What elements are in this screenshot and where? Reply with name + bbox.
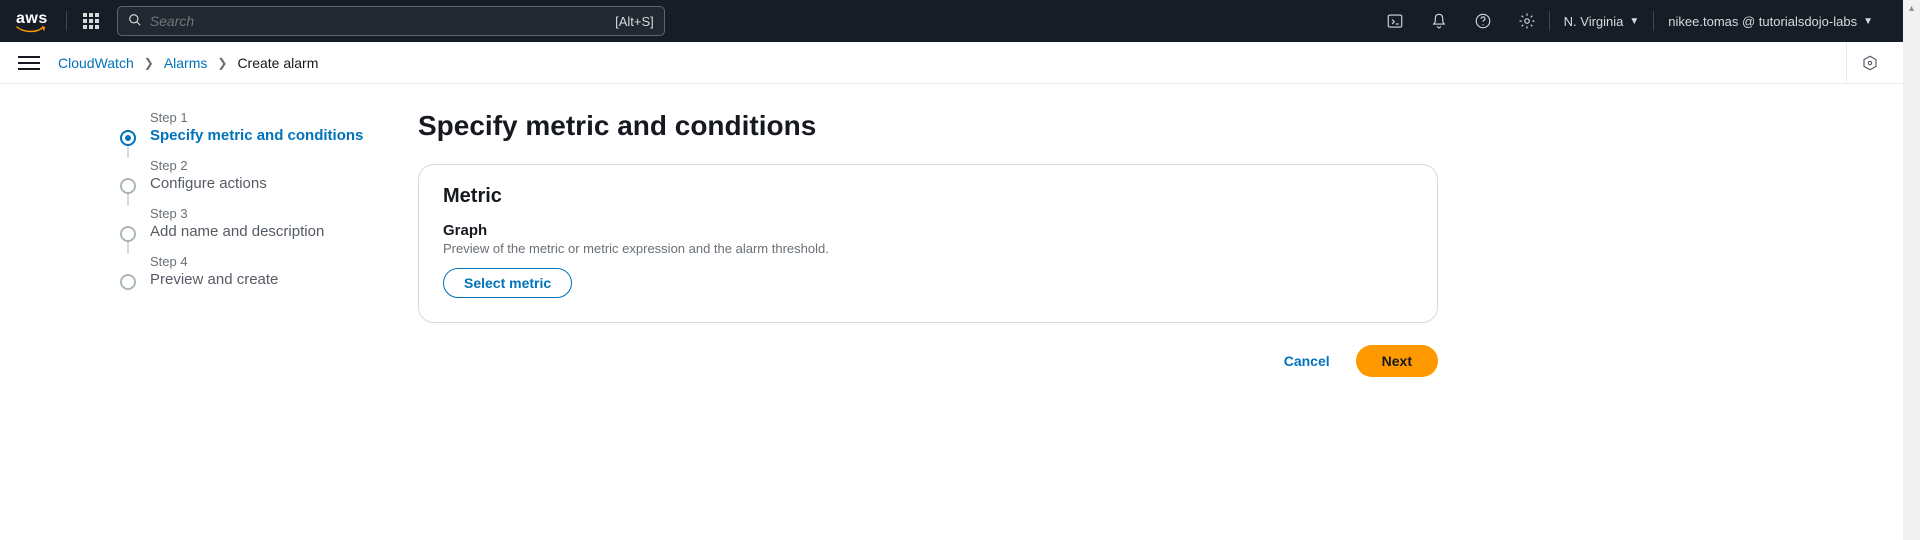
search-icon xyxy=(128,13,142,30)
cloudshell-icon[interactable] xyxy=(1373,0,1417,42)
step-title: Specify metric and conditions xyxy=(150,127,412,144)
divider xyxy=(66,11,67,31)
scroll-up-icon[interactable]: ▴ xyxy=(1903,0,1920,17)
settings-icon[interactable] xyxy=(1505,0,1549,42)
wizard-layout: Step 1 Specify metric and conditions Ste… xyxy=(0,84,1903,377)
help-icon[interactable] xyxy=(1461,0,1505,42)
side-nav-toggle[interactable] xyxy=(18,52,40,74)
next-button[interactable]: Next xyxy=(1356,345,1438,377)
region-selector[interactable]: N. Virginia ▼ xyxy=(1550,0,1654,42)
wizard-step-2[interactable]: Step 2 Configure actions xyxy=(120,158,412,192)
step-indicator xyxy=(120,226,136,242)
global-header: aws [Alt+S] N. Virginia ▼ xyxy=(0,0,1903,42)
region-label: N. Virginia xyxy=(1564,14,1624,29)
aws-logo[interactable]: aws xyxy=(16,10,48,32)
step-label: Step 3 xyxy=(150,206,412,221)
search-input[interactable] xyxy=(150,13,615,29)
breadcrumb-link-cloudwatch[interactable]: CloudWatch xyxy=(58,55,134,71)
wizard-footer: Cancel Next xyxy=(418,345,1438,377)
breadcrumb-current: Create alarm xyxy=(237,55,318,71)
browser-scrollbar[interactable]: ▴ xyxy=(1903,0,1920,540)
metric-panel: Metric Graph Preview of the metric or me… xyxy=(418,164,1438,323)
breadcrumb: CloudWatch ❯ Alarms ❯ Create alarm xyxy=(58,55,318,71)
step-label: Step 1 xyxy=(150,110,412,125)
account-selector[interactable]: nikee.tomas @ tutorialsdojo-labs ▼ xyxy=(1654,0,1887,42)
graph-heading: Graph xyxy=(443,222,1413,239)
step-indicator-active xyxy=(120,130,136,146)
breadcrumb-link-alarms[interactable]: Alarms xyxy=(164,55,208,71)
wizard-step-3[interactable]: Step 3 Add name and description xyxy=(120,206,412,240)
aws-logo-text: aws xyxy=(16,10,48,27)
wizard-step-1[interactable]: Step 1 Specify metric and conditions xyxy=(120,110,412,144)
chevron-right-icon: ❯ xyxy=(217,56,227,70)
step-label: Step 2 xyxy=(150,158,412,173)
chevron-down-icon: ▼ xyxy=(1629,16,1639,27)
services-menu-icon[interactable] xyxy=(83,13,99,29)
step-title: Configure actions xyxy=(150,175,412,192)
header-right: N. Virginia ▼ nikee.tomas @ tutorialsdoj… xyxy=(1373,0,1887,42)
search-shortcut-hint: [Alt+S] xyxy=(615,14,654,29)
wizard-step-4[interactable]: Step 4 Preview and create xyxy=(120,254,412,288)
step-title: Add name and description xyxy=(150,223,412,240)
page-util-icon[interactable] xyxy=(1846,42,1885,83)
chevron-right-icon: ❯ xyxy=(144,56,154,70)
account-label: nikee.tomas @ tutorialsdojo-labs xyxy=(1668,14,1857,29)
step-indicator xyxy=(120,274,136,290)
panel-title: Metric xyxy=(443,185,1413,208)
cancel-button[interactable]: Cancel xyxy=(1274,345,1340,377)
step-title: Preview and create xyxy=(150,271,412,288)
wizard-nav: Step 1 Specify metric and conditions Ste… xyxy=(120,110,412,377)
global-search[interactable]: [Alt+S] xyxy=(117,6,665,36)
page-title: Specify metric and conditions xyxy=(418,110,1438,142)
graph-description: Preview of the metric or metric expressi… xyxy=(443,241,1413,256)
select-metric-button[interactable]: Select metric xyxy=(443,268,572,298)
chevron-down-icon: ▼ xyxy=(1863,16,1873,27)
main-pane: Specify metric and conditions Metric Gra… xyxy=(418,110,1438,377)
step-label: Step 4 xyxy=(150,254,412,269)
step-indicator xyxy=(120,178,136,194)
notifications-icon[interactable] xyxy=(1417,0,1461,42)
breadcrumb-bar: CloudWatch ❯ Alarms ❯ Create alarm xyxy=(0,42,1903,84)
